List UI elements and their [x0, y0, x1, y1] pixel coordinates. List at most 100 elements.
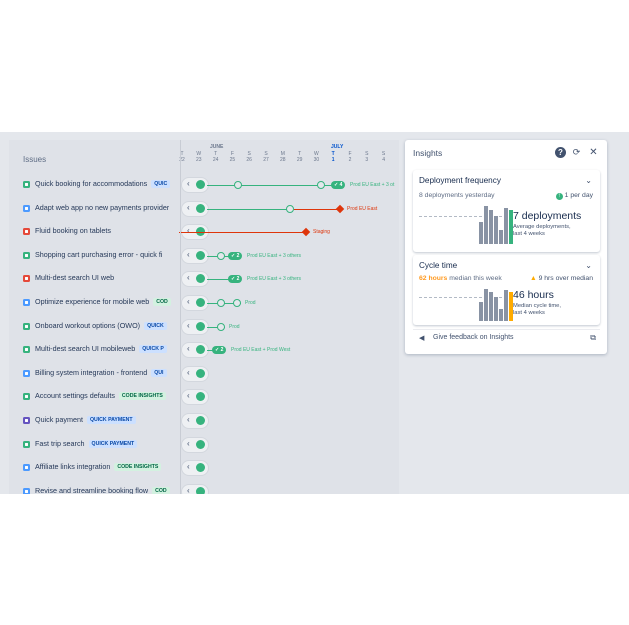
timeline-day: T 24: [212, 151, 219, 163]
chevron-left-icon[interactable]: ‹: [187, 344, 190, 353]
external-link-icon[interactable]: ⧉: [590, 333, 596, 343]
chevron-left-icon[interactable]: ‹: [187, 226, 190, 235]
up-arrow-icon: ↑: [555, 193, 563, 200]
issue-row[interactable]: Shopping cart purchasing error - quick f…: [9, 245, 399, 268]
chevron-left-icon[interactable]: ‹: [187, 250, 190, 259]
insights-panel: Insights ? ⟳ ✕ Deployment frequency ⌄ 8 …: [405, 140, 607, 354]
chevron-left-icon[interactable]: ‹: [187, 486, 190, 494]
chart-bar: [484, 289, 488, 321]
cycle-time-title: Cycle time: [419, 261, 458, 270]
issue-title[interactable]: Multi-dest search UI web: [35, 273, 114, 282]
timeline-toggle[interactable]: ‹: [181, 247, 209, 264]
issue-row[interactable]: Onboard workout options (OWO) QUICK ‹ Prod: [9, 316, 399, 339]
issue-row[interactable]: Quick booking for accommodations QUIC ‹ ✓ 4…: [9, 174, 399, 197]
issue-title[interactable]: Adapt web app no new payments provider: [35, 203, 169, 212]
timeline-day: S3: [365, 151, 369, 163]
chart-bar: [499, 230, 503, 244]
issue-row[interactable]: Optimize experience for mobile web COD ‹ Pr…: [9, 292, 399, 315]
timeline-toggle[interactable]: ‹: [181, 200, 209, 217]
insights-title: Insights: [413, 148, 443, 158]
chevron-left-icon[interactable]: ‹: [187, 321, 190, 330]
issue-row[interactable]: Revise and streamline booking flow COD ‹: [9, 481, 399, 494]
issue-title[interactable]: Affiliate links integration CODE INSIGHTS: [35, 462, 162, 472]
timeline-toggle[interactable]: ‹: [181, 365, 209, 382]
issue-title[interactable]: Fluid booking on tablets: [35, 226, 111, 235]
issue-title-text: Affiliate links integration: [35, 462, 111, 472]
timeline-toggle[interactable]: ‹: [181, 483, 209, 494]
issue-title[interactable]: Fast trip search QUICK PAYMENT: [35, 438, 138, 448]
check-circle-icon: [217, 299, 225, 307]
give-feedback-link[interactable]: ◀ Give feedback on Insights ⧉: [413, 329, 600, 346]
issue-row[interactable]: Multi-dest search UI web ‹ ✓ 2 Prod EU East…: [9, 268, 399, 291]
issue-row[interactable]: Multi-dest search UI mobileweb QUICK P ‹ ✓ …: [9, 339, 399, 362]
chevron-left-icon[interactable]: ‹: [187, 368, 190, 377]
chevron-left-icon[interactable]: ‹: [187, 391, 190, 400]
timeline-day: M 28: [280, 151, 286, 163]
story-icon: [23, 346, 30, 354]
issue-title[interactable]: Quick booking for accommodations QUIC: [35, 179, 171, 188]
chevron-down-icon[interactable]: ⌄: [585, 176, 592, 185]
issues-header: Issues: [23, 155, 47, 164]
month-june: JUNE: [210, 144, 224, 150]
timeline-day: S 26: [246, 151, 252, 163]
issue-title-text: Fast trip search: [35, 438, 85, 448]
issue-row[interactable]: Quick payment QUICK PAYMENT ‹: [9, 410, 399, 433]
error-diamond-icon: [301, 227, 311, 237]
chevron-left-icon[interactable]: ‹: [187, 462, 190, 471]
issue-row[interactable]: Affiliate links integration CODE INSIGHTS…: [9, 457, 399, 480]
chevron-left-icon[interactable]: ‹: [187, 179, 190, 188]
timeline-toggle[interactable]: ‹: [181, 389, 209, 406]
chevron-left-icon[interactable]: ‹: [187, 273, 190, 282]
timeline-toggle[interactable]: ‹: [181, 318, 209, 335]
chevron-left-icon[interactable]: ‹: [187, 439, 190, 448]
issue-row[interactable]: Fluid booking on tablets ‹ Staging: [9, 221, 399, 244]
issue-title[interactable]: Optimize experience for mobile web COD: [35, 297, 171, 306]
close-icon[interactable]: ✕: [588, 147, 599, 158]
chart-bar: [489, 292, 493, 321]
deploy-count-pill: ✓ 2: [228, 251, 243, 260]
issue-title[interactable]: Account settings defaults CODE INSIGHTS: [35, 391, 166, 401]
median-text: median this week: [449, 275, 502, 282]
issue-title[interactable]: Revise and streamline booking flow COD: [35, 486, 170, 494]
deploy-rate: ↑ 1 per day: [555, 192, 593, 200]
check-circle-icon: [286, 204, 294, 213]
chevron-down-icon[interactable]: ⌄: [585, 261, 592, 270]
issue-row[interactable]: Adapt web app no new payments provider ‹ P…: [9, 198, 399, 221]
chevron-left-icon[interactable]: ‹: [187, 203, 190, 212]
issue-title[interactable]: Multi-dest search UI mobileweb QUICK P: [35, 344, 167, 354]
story-icon: [23, 181, 30, 188]
over-median-text: 9 hrs over median: [538, 275, 593, 282]
timeline-header: JUNE JULY T 22 W 23 T 24 F 25 S 26 S 27 M 28 T 29 W 30 T 1 F 2 S…: [179, 140, 399, 174]
timeline-toggle[interactable]: ‹: [181, 460, 209, 477]
issue-row[interactable]: Billing system integration - frontend QUI…: [9, 363, 399, 386]
timeline-day: S4: [381, 151, 386, 163]
deployment-frequency-card[interactable]: Deployment frequency ⌄ 8 deployments yes…: [413, 170, 600, 252]
epic-lozenge: COD: [153, 298, 171, 306]
timeline-toggle[interactable]: ‹: [181, 271, 209, 288]
issue-title[interactable]: Quick payment QUICK PAYMENT: [35, 415, 136, 424]
timeline-toggle[interactable]: ‹: [181, 295, 209, 311]
issue-title[interactable]: Onboard workout options (OWO) QUICK: [35, 321, 167, 330]
chevron-left-icon[interactable]: ‹: [187, 415, 190, 424]
timeline-toggle[interactable]: ‹: [181, 413, 209, 429]
chevron-left-icon[interactable]: ‹: [187, 297, 190, 306]
issue-row[interactable]: Account settings defaults CODE INSIGHTS ‹: [9, 386, 399, 409]
task-icon: [23, 487, 30, 494]
epic-lozenge: CODE INSIGHTS: [118, 392, 166, 401]
issue-row[interactable]: Fast trip search QUICK PAYMENT ‹: [9, 434, 399, 457]
error-diamond-icon: [335, 204, 345, 213]
refresh-icon[interactable]: ⟳: [571, 147, 582, 158]
cycle-time-card[interactable]: Cycle time ⌄ 62 hours median this week ▲…: [413, 255, 600, 325]
epic-lozenge: QUICK P: [139, 345, 167, 354]
failed-line: [179, 232, 303, 234]
env-label: Prod EU East + 3 ot: [350, 182, 395, 188]
timeline-toggle[interactable]: ‹: [181, 177, 209, 193]
check-circle-icon: [196, 321, 205, 331]
issue-title[interactable]: Billing system integration - frontend QUI: [35, 368, 167, 377]
help-icon[interactable]: ?: [555, 147, 566, 158]
issue-title[interactable]: Shopping cart purchasing error - quick f…: [35, 250, 162, 259]
timeline-toggle[interactable]: ‹: [181, 342, 209, 359]
deploy-caption-line1: Average deployments,: [513, 224, 571, 230]
cycle-over-median: ▲ 9 hrs over median: [530, 275, 593, 282]
timeline-toggle[interactable]: ‹: [181, 436, 209, 453]
